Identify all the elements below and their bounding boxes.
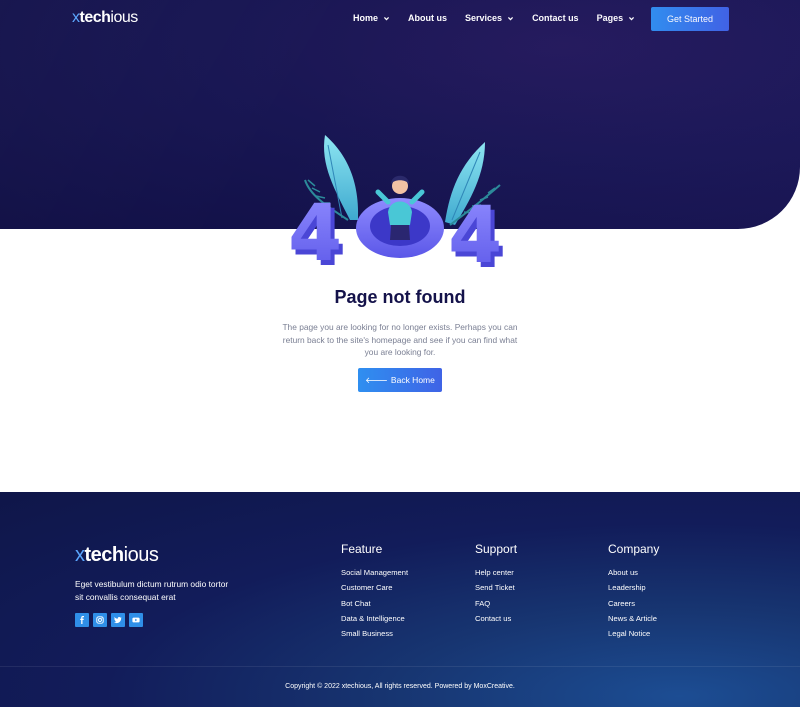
nav-item-services[interactable]: Services [465,13,514,23]
footer-link[interactable]: News & Article [608,611,659,626]
footer-link[interactable]: Social Management [341,565,408,580]
nav-item-label: Contact us [532,13,579,23]
footer-link[interactable]: Data & Intelligence [341,611,408,626]
footer-column-support: Support Help center Send Ticket FAQ Cont… [475,542,517,626]
nav-item-pages[interactable]: Pages [597,13,636,23]
footer-link[interactable]: Bot Chat [341,596,408,611]
youtube-icon[interactable] [129,613,143,627]
site-footer: x tech ious Eget vestibulum dictum rutrum … [0,492,800,707]
footer-link[interactable]: Careers [608,596,659,611]
footer-link[interactable]: Legal Notice [608,626,659,641]
footer-column-title: Feature [341,542,383,556]
logo-prefix: x [75,544,85,566]
footer-link[interactable]: Customer Care [341,580,408,595]
footer-column-feature: Feature Social Management Customer Care … [341,542,408,641]
arrow-left-icon: 🡐 [365,374,388,385]
footer-link[interactable]: Send Ticket [475,580,517,595]
footer-column-title: Company [608,542,660,556]
facebook-icon[interactable] [75,613,89,627]
nav-item-label: Home [353,13,379,23]
chevron-down-icon [508,16,514,20]
footer-logo[interactable]: x tech ious [75,544,159,567]
twitter-icon[interactable] [111,613,125,627]
nav-item-about[interactable]: About us [408,13,447,23]
footer-link[interactable]: About us [608,565,659,580]
footer-link[interactable]: FAQ [475,596,517,611]
footer-column-company: Company About us Leadership Careers News… [608,542,659,641]
nav-item-contact[interactable]: Contact us [532,13,579,23]
copyright-text: Copyright © 2022 xtechious, All rights r… [285,683,515,690]
digit-four-right: 4 [448,191,502,280]
page-title: Page not found [334,287,466,307]
logo-bold: tech [84,544,125,566]
back-home-label: Back Home [390,375,435,385]
chevron-down-icon [629,16,635,20]
digit-four-left: 4 [288,189,342,279]
social-links [75,613,143,627]
404-illustration: 4 4 4 4 [288,135,506,280]
nav-item-label: Pages [596,13,624,23]
logo-prefix: x [72,9,80,26]
nav-item-label: Services [465,13,503,23]
back-home-button[interactable]: 🡐 Back Home [358,368,442,392]
footer-link[interactable]: Small Business [341,626,408,641]
logo-bold: tech [79,9,111,26]
footer-column-title: Support [475,542,518,556]
logo-rest: ious [123,544,159,566]
get-started-button[interactable]: Get Started [651,7,729,31]
nav-item-home[interactable]: Home [353,13,390,23]
footer-description: Eget vestibulum dictum rutrum odio torto… [75,579,229,602]
site-logo[interactable]: x tech ious [72,9,138,27]
instagram-icon[interactable] [93,613,107,627]
footer-link[interactable]: Leadership [608,580,659,595]
footer-divider [0,666,800,667]
logo-rest: ious [110,9,138,26]
main-nav: Home About us Services Contact us Pages [353,13,635,23]
footer-link[interactable]: Contact us [475,611,517,626]
error-description: The page you are looking for no longer e… [282,322,518,357]
chevron-down-icon [383,16,390,20]
nav-item-label: About us [408,13,448,23]
footer-link[interactable]: Help center [475,565,517,580]
